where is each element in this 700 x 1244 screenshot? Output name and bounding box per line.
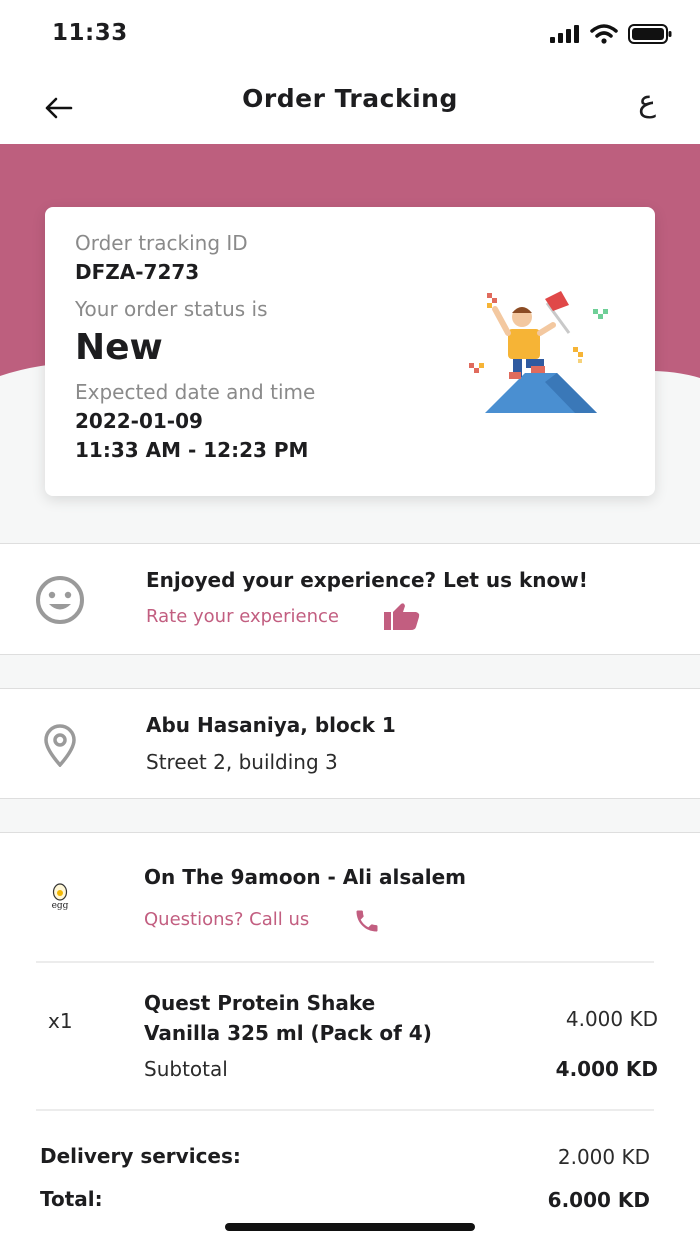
- item-quantity: x1: [48, 1009, 73, 1033]
- smiley-icon: [36, 576, 84, 624]
- tracking-id-label: Order tracking ID: [75, 231, 248, 255]
- item-price: 4.000 KD: [565, 1007, 658, 1031]
- subtotal-label: Subtotal: [144, 1057, 228, 1081]
- battery-icon: [628, 24, 672, 44]
- address-line-2: Street 2, building 3: [146, 750, 338, 774]
- wifi-icon: [590, 24, 618, 44]
- phone-icon[interactable]: [352, 907, 382, 935]
- order-status-label: Your order status is: [75, 297, 268, 321]
- divider: [36, 1109, 654, 1111]
- signal-icon: [550, 25, 579, 43]
- item-name-line-2: Vanilla 325 ml (Pack of 4): [144, 1021, 432, 1045]
- location-pin-icon: [44, 724, 76, 767]
- feedback-title: Enjoyed your experience? Let us know!: [146, 568, 588, 592]
- total-value: 6.000 KD: [547, 1188, 650, 1212]
- address-line-1: Abu Hasaniya, block 1: [146, 713, 396, 737]
- order-status-card: Order tracking ID DFZA-7273 Your order s…: [45, 207, 655, 496]
- subtotal-value: 4.000 KD: [555, 1057, 658, 1081]
- climber-flag-illustration: [469, 291, 608, 413]
- expected-time-label: Expected date and time: [75, 380, 316, 404]
- thumbs-up-icon[interactable]: [384, 602, 420, 630]
- order-status-value: New: [75, 327, 163, 368]
- store-logo-text: egg: [51, 901, 69, 911]
- home-indicator: [225, 1223, 475, 1231]
- store-logo: egg: [48, 881, 72, 911]
- language-toggle-button[interactable]: ع: [638, 84, 656, 119]
- call-store-link[interactable]: Questions? Call us: [144, 909, 309, 930]
- status-time: 11:33: [52, 20, 128, 46]
- store-name: On The 9amoon - Ali alsalem: [144, 865, 466, 889]
- status-bar: 11:33: [0, 0, 700, 70]
- expected-date-value: 2022-01-09: [75, 409, 203, 433]
- page-title: Order Tracking: [242, 84, 458, 113]
- nav-bar: Order Tracking ع: [0, 70, 700, 144]
- address-section: Abu Hasaniya, block 1 Street 2, building…: [0, 688, 700, 799]
- expected-time-value: 11:33 AM - 12:23 PM: [75, 438, 309, 462]
- divider: [36, 961, 654, 963]
- total-label: Total:: [40, 1187, 103, 1211]
- tracking-id-value: DFZA-7273: [75, 260, 200, 284]
- status-icons: [550, 24, 672, 44]
- item-name-line-1: Quest Protein Shake: [144, 991, 376, 1015]
- egg-logo-icon: [52, 883, 68, 901]
- rate-experience-link[interactable]: Rate your experience: [146, 606, 339, 627]
- delivery-label: Delivery services:: [40, 1144, 241, 1168]
- order-details-section: egg On The 9amoon - Ali alsalem Question…: [0, 832, 700, 1244]
- feedback-section: Enjoyed your experience? Let us know! Ra…: [0, 543, 700, 655]
- delivery-value: 2.000 KD: [557, 1145, 650, 1169]
